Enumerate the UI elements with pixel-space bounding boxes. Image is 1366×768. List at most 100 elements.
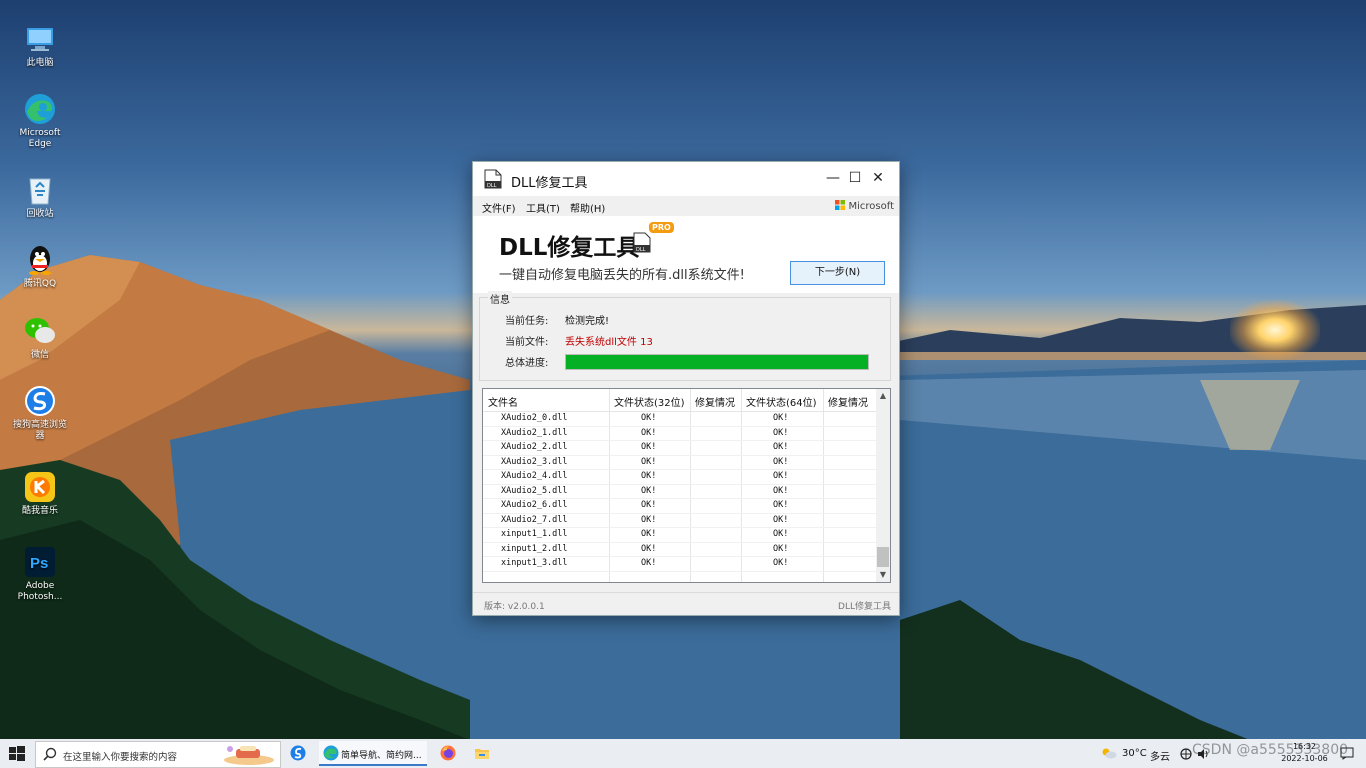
menu-help[interactable]: 帮助(H) bbox=[570, 200, 605, 215]
maximize-button[interactable]: ☐ bbox=[844, 168, 866, 188]
desktop-icon-label: 酷我音乐 bbox=[21, 506, 58, 516]
table-row[interactable]: xinput1_3.dll OK! OK! bbox=[483, 556, 876, 572]
cell-status-32: OK! bbox=[641, 500, 657, 510]
search-placeholder: 在这里输入你要搜索的内容 bbox=[63, 752, 178, 763]
overall-progress-bar bbox=[565, 354, 869, 370]
menu-tools[interactable]: 工具(T) bbox=[526, 200, 560, 215]
weather-condition[interactable]: 多云 bbox=[1150, 748, 1170, 763]
desktop-icon-wechat[interactable]: 微信 bbox=[10, 314, 70, 361]
cell-status-64: OK! bbox=[773, 471, 789, 481]
cell-status-64: OK! bbox=[773, 543, 789, 554]
sogou-browser-icon bbox=[23, 384, 57, 418]
menu-file[interactable]: 文件(F) bbox=[482, 200, 516, 215]
scroll-down-icon[interactable]: ▼ bbox=[876, 568, 890, 582]
next-step-button[interactable]: 下一步(N) bbox=[790, 261, 885, 285]
table-row[interactable]: XAudio2_2.dll OK! OK! bbox=[483, 440, 876, 456]
desktop-icon-recycle-bin[interactable]: 回收站 bbox=[10, 173, 70, 220]
cell-status-32: OK! bbox=[641, 471, 657, 481]
info-legend: 信息 bbox=[488, 291, 512, 306]
network-icon[interactable] bbox=[1180, 748, 1192, 763]
table-row[interactable]: XAudio2_7.dll OK! OK! bbox=[483, 513, 876, 528]
cell-status-32: OK! bbox=[641, 514, 657, 525]
cell-filename: XAudio2_5.dll bbox=[501, 485, 568, 496]
cell-status-64: OK! bbox=[773, 500, 789, 510]
table-row[interactable]: xinput1_2.dll OK! OK! bbox=[483, 542, 876, 557]
pro-badge: PRO bbox=[649, 222, 674, 233]
overall-progress-label: 总体进度: bbox=[505, 358, 549, 369]
brand-title: DLL修复工具 bbox=[499, 235, 640, 261]
edge-icon bbox=[23, 92, 57, 126]
cell-filename: XAudio2_0.dll bbox=[501, 413, 568, 423]
taskbar: 在这里输入你要搜索的内容 简单导航、简约网... 30°C 多云 16:32 2… bbox=[0, 739, 1366, 768]
taskbar-item-edge[interactable]: 简单导航、简约网... bbox=[319, 741, 427, 766]
status-bar: 版本: v2.0.0.1 DLL修复工具 bbox=[473, 592, 899, 615]
scroll-up-icon[interactable]: ▲ bbox=[876, 389, 890, 403]
cell-filename: XAudio2_4.dll bbox=[501, 471, 568, 481]
cell-status-32: OK! bbox=[641, 543, 657, 554]
column-header-status-64[interactable]: 文件状态(64位) bbox=[746, 394, 817, 409]
table-row[interactable]: XAudio2_6.dll OK! OK! bbox=[483, 498, 876, 514]
desktop-icon-sogou-browser[interactable]: 搜狗高速浏览器 bbox=[10, 384, 70, 442]
taskbar-search-box[interactable]: 在这里输入你要搜索的内容 bbox=[35, 741, 281, 768]
taskbar-item-explorer[interactable] bbox=[470, 741, 494, 766]
desktop-icon-label: Microsoft Edge bbox=[19, 128, 61, 149]
window-titlebar[interactable]: DLL DLL修复工具 — ☐ ✕ bbox=[473, 162, 899, 196]
search-icon bbox=[43, 747, 57, 761]
desktop-icon-label: 回收站 bbox=[26, 209, 54, 219]
microsoft-logo-icon bbox=[835, 200, 846, 210]
minimize-button[interactable]: — bbox=[822, 168, 844, 188]
table-row[interactable]: XAudio2_3.dll OK! OK! bbox=[483, 455, 876, 470]
svg-text:DLL: DLL bbox=[487, 183, 497, 189]
windows-start-icon[interactable] bbox=[8, 745, 26, 763]
close-button[interactable]: ✕ bbox=[867, 168, 889, 188]
list-header: 文件名 文件状态(32位) 修复情况 文件状态(64位) 修复情况 bbox=[483, 389, 876, 412]
desktop-icon-photoshop[interactable]: Ps Adobe Photosh... bbox=[10, 545, 70, 603]
table-row[interactable]: XAudio2_0.dll OK! OK! bbox=[483, 411, 876, 427]
desktop-icon-label: 搜狗高速浏览器 bbox=[12, 420, 67, 441]
cell-status-32: OK! bbox=[641, 442, 657, 452]
column-header-fix-64[interactable]: 修复情况 bbox=[828, 394, 868, 409]
qq-penguin-icon bbox=[23, 243, 57, 277]
status-app-name: DLL修复工具 bbox=[838, 602, 891, 612]
table-row[interactable]: XAudio2_5.dll OK! OK! bbox=[483, 484, 876, 499]
sogou-browser-icon bbox=[290, 745, 306, 764]
sun-glow bbox=[1230, 300, 1320, 360]
window-title: DLL修复工具 bbox=[511, 176, 588, 191]
cell-status-64: OK! bbox=[773, 558, 789, 568]
table-row[interactable]: XAudio2_4.dll OK! OK! bbox=[483, 469, 876, 485]
dll-repair-window: DLL DLL修复工具 — ☐ ✕ 文件(F) 工具(T) 帮助(H) Micr… bbox=[472, 161, 900, 616]
dll-file-icon: DLL bbox=[633, 232, 651, 253]
desktop-icon-this-pc[interactable]: 此电脑 bbox=[10, 22, 70, 69]
edge-icon bbox=[323, 745, 339, 764]
file-explorer-icon bbox=[474, 745, 490, 764]
cell-filename: xinput1_1.dll bbox=[501, 529, 568, 539]
weather-temperature[interactable]: 30°C bbox=[1122, 748, 1147, 759]
current-file-value: 丢失系统dll文件 13 bbox=[565, 337, 653, 348]
current-file-label: 当前文件: bbox=[505, 337, 549, 348]
cell-filename: XAudio2_7.dll bbox=[501, 514, 568, 525]
weather-cloud-icon[interactable] bbox=[1101, 747, 1117, 762]
scroll-thumb[interactable] bbox=[877, 547, 889, 567]
list-scrollbar[interactable]: ▲ ▼ bbox=[876, 389, 890, 582]
desktop-icon-label: 微信 bbox=[30, 350, 49, 360]
taskbar-item-firefox[interactable] bbox=[436, 741, 460, 766]
current-task-label: 当前任务: bbox=[505, 316, 549, 327]
cell-status-32: OK! bbox=[641, 485, 657, 496]
microsoft-label: Microsoft bbox=[848, 201, 894, 212]
desktop-icon-edge[interactable]: Microsoft Edge bbox=[10, 92, 70, 150]
computer-icon bbox=[23, 22, 57, 56]
column-header-fix-32[interactable]: 修复情况 bbox=[695, 394, 735, 409]
cell-status-64: OK! bbox=[773, 485, 789, 496]
cell-status-64: OK! bbox=[773, 427, 789, 438]
desktop-icon-kuwo-music[interactable]: 酷我音乐 bbox=[10, 470, 70, 517]
cell-filename: XAudio2_1.dll bbox=[501, 427, 568, 438]
cell-filename: XAudio2_2.dll bbox=[501, 442, 568, 452]
column-header-filename[interactable]: 文件名 bbox=[488, 394, 518, 409]
taskbar-item-sogou[interactable] bbox=[286, 741, 310, 766]
table-row[interactable]: XAudio2_1.dll OK! OK! bbox=[483, 426, 876, 441]
dll-file-list[interactable]: 文件名 文件状态(32位) 修复情况 文件状态(64位) 修复情况 XAudio… bbox=[482, 388, 891, 583]
cell-status-64: OK! bbox=[773, 456, 789, 467]
table-row[interactable]: xinput1_1.dll OK! OK! bbox=[483, 527, 876, 543]
desktop-icon-qq[interactable]: 腾讯QQ bbox=[10, 243, 70, 290]
column-header-status-32[interactable]: 文件状态(32位) bbox=[614, 394, 685, 409]
